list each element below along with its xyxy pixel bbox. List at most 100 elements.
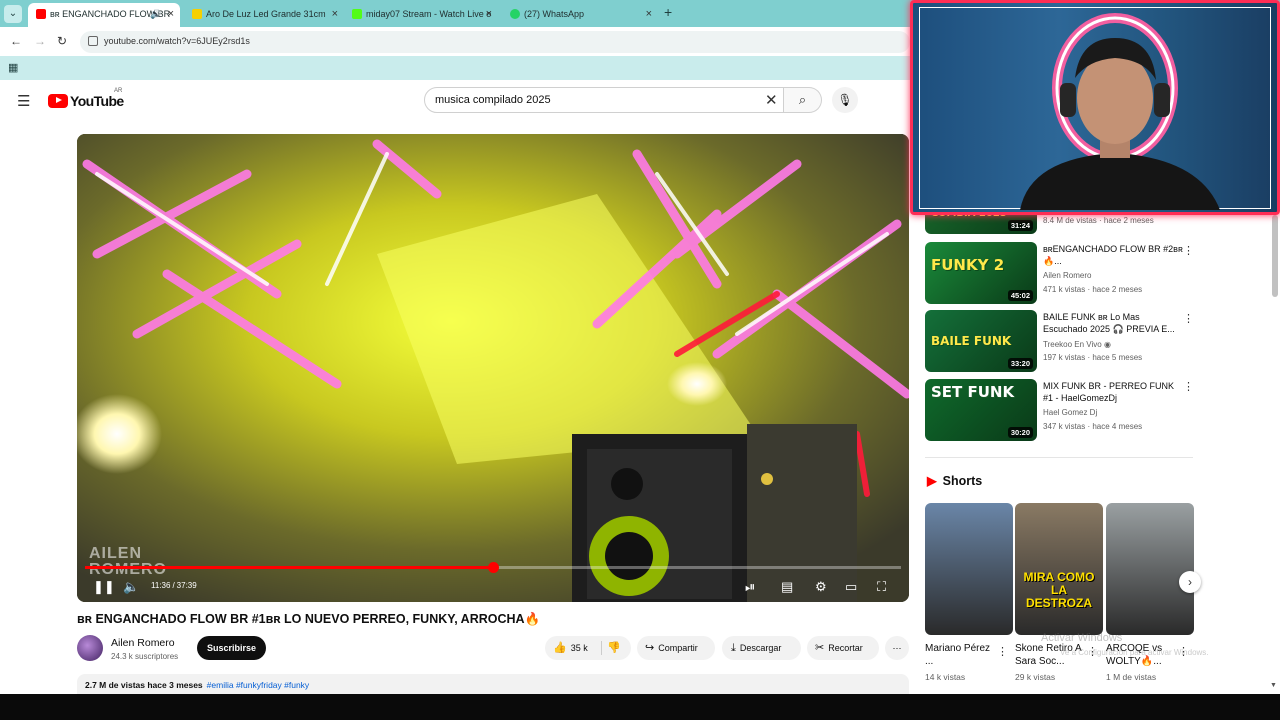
more-actions-button[interactable]: ⋯ — [885, 636, 909, 660]
streamer-figure — [1020, 13, 1220, 210]
thumbnail-text: SET FUNK — [931, 383, 1015, 401]
tab-kick-stream[interactable]: miday07 Stream - Watch Live o × — [344, 3, 498, 25]
video-player[interactable]: AILEN ROMERO ❚❚ 🔈 11:36/37:39 ⏯ ▤ ⚙ ▭ ⛶ — [77, 134, 909, 602]
thumbnail-text: BAILE FUNK — [931, 334, 1012, 348]
progress-fill — [85, 566, 493, 569]
url-field[interactable]: youtube.com/watch?v=6JUEy2rsd1s — [80, 31, 910, 53]
related-channel[interactable]: Treekoo En Vivo ◉ — [1043, 340, 1111, 349]
windows-taskbar — [0, 694, 1280, 720]
duration-badge: 45:02 — [1007, 290, 1033, 301]
more-vertical-icon[interactable]: ⋮ — [1183, 380, 1194, 393]
progress-bar[interactable] — [85, 562, 901, 573]
thumbs-up-icon: 👍 — [553, 642, 567, 654]
forward-arrow-icon[interactable]: → — [34, 34, 46, 48]
subscribe-button[interactable]: Suscribirse — [197, 636, 266, 660]
autoplay-toggle[interactable]: ⏯ — [745, 579, 755, 595]
pause-icon[interactable]: ❚❚ — [93, 579, 115, 595]
volume-icon[interactable]: 🔈 — [123, 579, 139, 595]
theater-mode-icon[interactable]: ▭ — [845, 579, 857, 595]
scroll-down-icon[interactable]: ▼ — [1270, 682, 1277, 689]
video-title: ʙʀ ENGANCHADO FLOW BR #1ʙʀ LO NUEVO PERR… — [77, 612, 541, 626]
like-dislike-group: 👍 35 k 👎 — [545, 636, 631, 660]
youtube-wordmark: YouTube — [70, 92, 124, 109]
back-arrow-icon[interactable]: ← — [10, 34, 22, 48]
apps-grid-icon[interactable]: ▦ — [8, 61, 18, 74]
tab-title: miday07 Stream - Watch Live o — [366, 9, 492, 19]
clear-search-icon[interactable]: ✕ — [765, 91, 778, 109]
close-tab-icon[interactable]: × — [486, 3, 492, 25]
search-input[interactable]: musica compilado 2025 ✕ — [424, 87, 784, 113]
webcam-overlay — [910, 0, 1280, 215]
shorts-heading: ▶ Shorts — [927, 473, 982, 488]
tab-mercadolibre[interactable]: Aro De Luz Led Grande 31cm × — [184, 3, 344, 25]
duration-badge: 31:24 — [1007, 220, 1033, 231]
watermark-line: AILEN — [89, 545, 142, 562]
close-tab-icon[interactable]: × — [332, 3, 338, 25]
related-title[interactable]: BAILE FUNK ʙʀ Lo Mas Escuchado 2025 🎧 PR… — [1043, 311, 1183, 335]
short-thumbnail[interactable] — [1106, 503, 1194, 635]
search-query: musica compilado 2025 — [435, 94, 551, 106]
new-tab-button[interactable]: + — [664, 4, 672, 20]
short-thumbnail[interactable] — [925, 503, 1013, 635]
dislike-button[interactable]: 👎 — [607, 636, 621, 660]
more-horizontal-icon: ⋯ — [892, 643, 902, 653]
tab-whatsapp[interactable]: (27) WhatsApp × — [502, 3, 658, 25]
channel-avatar[interactable] — [77, 635, 103, 661]
related-channel[interactable]: Hael Gomez Dj — [1043, 408, 1097, 417]
country-code: AR — [114, 88, 123, 94]
microphone-icon: 🎙 — [837, 93, 853, 107]
fullscreen-icon[interactable]: ⛶ — [877, 579, 886, 595]
related-channel[interactable]: Ailen Romero — [1043, 271, 1091, 280]
whatsapp-favicon-icon — [510, 9, 520, 19]
more-vertical-icon[interactable]: ⋮ — [1183, 244, 1194, 257]
close-tab-icon[interactable]: × — [168, 3, 174, 25]
voice-search-button[interactable]: 🎙 — [832, 87, 858, 113]
description-box[interactable]: 2.7 M de vistas hace 3 meses #emilia #fun… — [77, 674, 909, 696]
subscriber-count: 24.3 k suscriptores — [111, 652, 179, 661]
page-scrollbar[interactable] — [1272, 215, 1278, 297]
like-button[interactable]: 👍 35 k — [553, 636, 588, 660]
download-button[interactable]: ⤓ Descargar — [722, 636, 801, 660]
tab-title: Aro De Luz Led Grande 31cm — [206, 9, 326, 19]
windows-activation-subtext: Ve a Configuración para activar Windows. — [1060, 648, 1209, 657]
more-vertical-icon[interactable]: ⋮ — [1183, 312, 1194, 325]
next-arrow-icon[interactable]: › — [1179, 571, 1201, 593]
video-frame — [77, 134, 909, 602]
channel-name[interactable]: Ailen Romero — [111, 637, 175, 649]
current-time: 11:36 — [151, 581, 171, 590]
related-thumbnail[interactable]: SET FUNK 30:20 — [925, 379, 1037, 441]
thumbs-down-icon: 👎 — [607, 642, 621, 654]
menu-icon[interactable]: ☰ — [17, 92, 30, 110]
close-tab-icon[interactable]: × — [646, 3, 652, 25]
search-button[interactable]: ⌕ — [784, 87, 822, 113]
shorts-label: Shorts — [942, 474, 983, 488]
youtube-play-icon — [48, 93, 68, 108]
clip-button[interactable]: ✂ Recortar — [807, 636, 879, 660]
related-meta: 197 k vistas · hace 5 meses — [1043, 353, 1143, 362]
short-thumbnail[interactable]: MIRA COMO LA DESTROZA — [1015, 503, 1103, 635]
short-caption: MIRA COMO LA DESTROZA — [1023, 570, 1095, 610]
share-icon: ↪ — [645, 642, 655, 654]
related-thumbnail[interactable]: BAILE FUNK 33:20 — [925, 310, 1037, 372]
related-thumbnail[interactable]: FUNKY 2 45:02 — [925, 242, 1037, 304]
related-title[interactable]: MIX FUNK BR - PERREO FUNK #1 - HaelGomez… — [1043, 380, 1183, 404]
hashtags[interactable]: #emilia #funkyfriday #funky — [207, 680, 310, 690]
short-views: 14 k vistas — [925, 672, 966, 682]
settings-gear-icon[interactable]: ⚙ — [815, 579, 827, 595]
share-button[interactable]: ↪ Compartir — [637, 636, 715, 660]
short-title[interactable]: Mariano Pérez ... — [925, 642, 1001, 668]
reload-icon[interactable]: ↻ — [57, 34, 67, 48]
site-info-icon[interactable] — [88, 36, 98, 46]
webcam-frame — [919, 7, 1271, 210]
tab-search-icon[interactable]: ⌄ — [4, 5, 22, 23]
speaker-icon[interactable]: 🔊 — [150, 3, 161, 25]
windows-activation-watermark: Activar Windows — [1041, 632, 1123, 644]
youtube-logo[interactable]: YouTube AR — [48, 88, 124, 110]
short-views: 1 M de vistas — [1106, 672, 1157, 682]
related-title[interactable]: ʙʀENGANCHADO FLOW BR #2ʙʀ 🔥... — [1043, 243, 1183, 267]
related-meta: 347 k vistas · hace 4 meses — [1043, 422, 1143, 431]
subtitles-icon[interactable]: ▤ — [781, 579, 793, 595]
tab-youtube-video[interactable]: ʙʀ ENGANCHADO FLOW BR 🔊 × — [28, 3, 180, 27]
scrubber-handle[interactable] — [488, 562, 499, 573]
more-vertical-icon[interactable]: ⋮ — [997, 645, 1008, 658]
